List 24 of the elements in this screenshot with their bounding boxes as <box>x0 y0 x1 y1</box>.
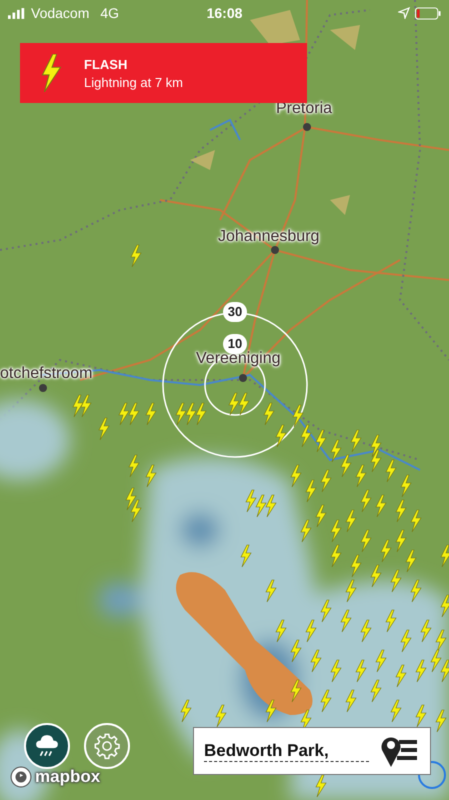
rain-area <box>180 512 220 548</box>
location-arrow-icon <box>398 7 410 19</box>
rain-area <box>98 582 142 618</box>
town-area <box>330 195 350 215</box>
lightning-icon <box>40 54 62 92</box>
city-dot-icon <box>271 246 279 254</box>
city-dot-icon <box>303 123 311 131</box>
rain-cloud-icon <box>34 733 60 759</box>
signal-icon <box>8 8 26 18</box>
alert-title: FLASH <box>84 56 128 72</box>
alert-message: Lightning at 7 km <box>84 74 184 90</box>
settings-icon <box>93 732 121 760</box>
location-search-field[interactable]: Bedworth Park, <box>193 727 431 775</box>
town-area <box>250 10 300 45</box>
town-area <box>190 150 215 170</box>
battery-icon <box>415 6 441 20</box>
location-name: Bedworth Park, <box>204 740 369 762</box>
town-area <box>330 25 360 50</box>
clock-time: 16:08 <box>206 5 242 21</box>
network-type: 4G <box>100 5 120 21</box>
city-dot-icon <box>239 374 247 382</box>
city-dot-icon <box>39 384 47 392</box>
mapbox-logo-icon <box>10 766 32 788</box>
carrier-name: Vodacom <box>31 5 90 21</box>
